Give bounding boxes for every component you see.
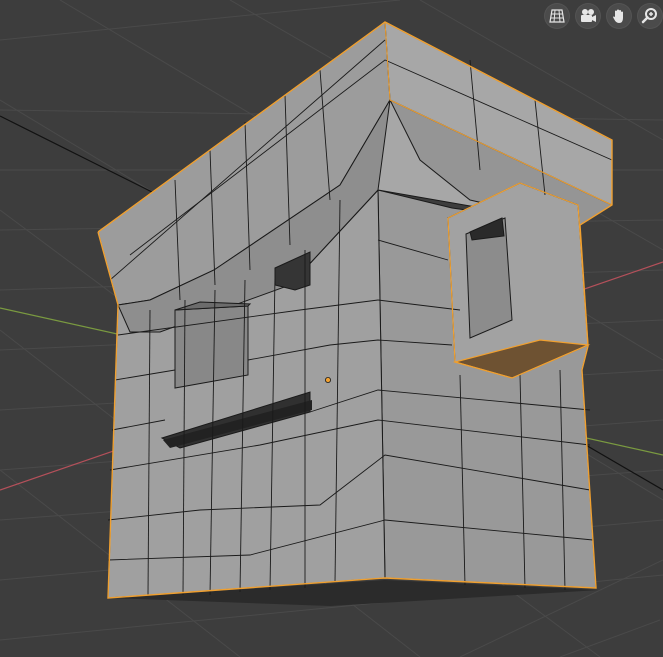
camera-icon: [581, 9, 596, 22]
grid-perspective-icon: [549, 9, 565, 23]
camera-view-button[interactable]: [575, 3, 601, 29]
3d-viewport[interactable]: [0, 0, 663, 657]
navigation-gizmo: [544, 3, 663, 29]
object-origin[interactable]: [324, 376, 331, 383]
mesh-object[interactable]: [97, 21, 614, 599]
toggle-perspective-button[interactable]: [544, 3, 570, 29]
zoom-view-button[interactable]: [637, 3, 663, 29]
viewport-scene[interactable]: [0, 0, 663, 657]
black-edge-line: [0, 115, 161, 197]
hand-icon: [613, 9, 623, 23]
magnifier-icon: [641, 8, 657, 24]
pan-view-button[interactable]: [606, 3, 632, 29]
